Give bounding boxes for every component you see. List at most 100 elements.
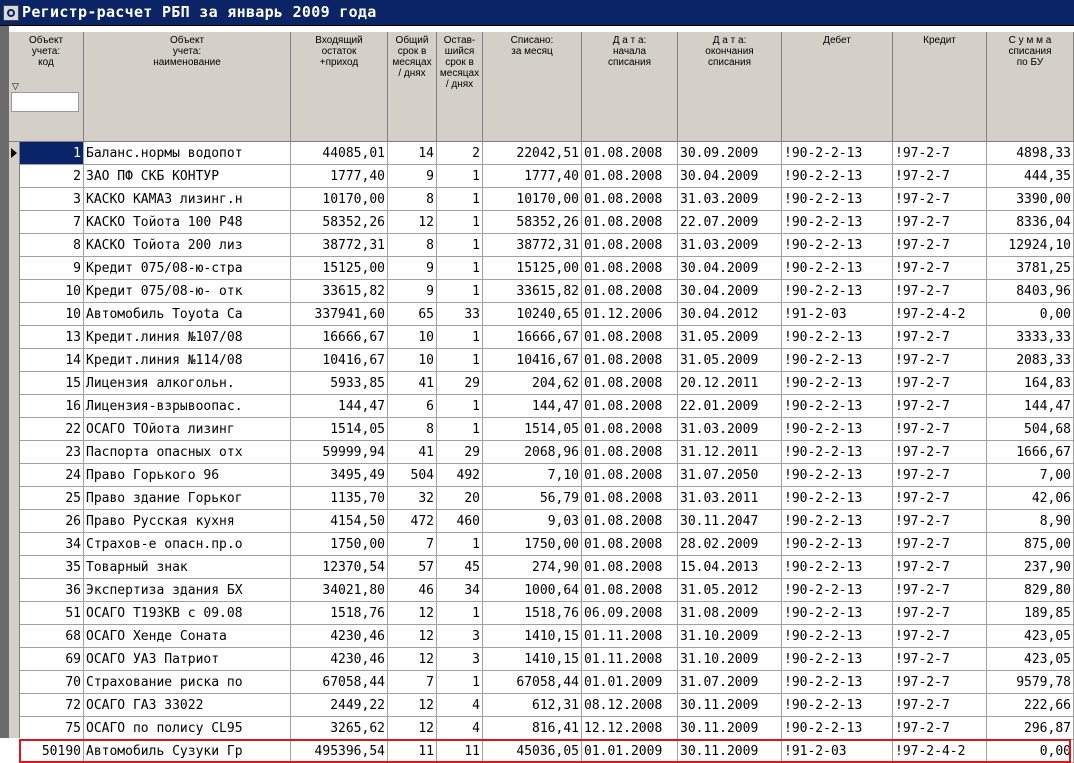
- cell-code[interactable]: 70: [20, 671, 84, 694]
- cell-code[interactable]: 35: [20, 556, 84, 579]
- header-col-end-date[interactable]: Д а т а: окончания списания: [678, 32, 782, 142]
- cell-code[interactable]: 24: [20, 464, 84, 487]
- cell-name[interactable]: Баланс.нормы водопот: [84, 142, 291, 165]
- cell-remaining-term[interactable]: 1: [437, 234, 483, 257]
- cell-name[interactable]: ОСАГО ГАЗ 33022: [84, 694, 291, 717]
- cell-name[interactable]: КАСКО КАМАЗ лизинг.н: [84, 188, 291, 211]
- cell-end-date[interactable]: 30.11.2009: [678, 694, 782, 717]
- cell-start-date[interactable]: 01.08.2008: [582, 188, 678, 211]
- cell-total-term[interactable]: 9: [388, 257, 437, 280]
- cell-written-off[interactable]: 1000,64: [483, 579, 582, 602]
- cell-code[interactable]: 69: [20, 648, 84, 671]
- cell-remaining-term[interactable]: 2: [437, 142, 483, 165]
- cell-total-term[interactable]: 7: [388, 533, 437, 556]
- cell-amount[interactable]: 9579,78: [987, 671, 1074, 694]
- cell-amount[interactable]: 2083,33: [987, 349, 1074, 372]
- cell-amount[interactable]: 189,85: [987, 602, 1074, 625]
- cell-written-off[interactable]: 10240,65: [483, 303, 582, 326]
- cell-remaining-term[interactable]: 1: [437, 257, 483, 280]
- table-row[interactable]: 26 Право Русская кухня 4154,50 472 460 9,03 01…: [20, 510, 1074, 533]
- cell-end-date[interactable]: 20.12.2011: [678, 372, 782, 395]
- cell-opening-balance[interactable]: 67058,44: [291, 671, 388, 694]
- cell-credit[interactable]: !97-2-7: [893, 142, 987, 165]
- table-row[interactable]: 15 Лицензия алкогольн. 5933,85 41 29 204,62 01…: [20, 372, 1074, 395]
- cell-remaining-term[interactable]: 11: [437, 740, 483, 763]
- cell-name[interactable]: Кредит.линия №107/08: [84, 326, 291, 349]
- cell-total-term[interactable]: 8: [388, 418, 437, 441]
- cell-opening-balance[interactable]: 12370,54: [291, 556, 388, 579]
- cell-remaining-term[interactable]: 1: [437, 280, 483, 303]
- cell-amount[interactable]: 829,80: [987, 579, 1074, 602]
- cell-credit[interactable]: !97-2-7: [893, 441, 987, 464]
- header-col-remaining-term[interactable]: Остав- шийся срок в месяцах / днях: [437, 32, 483, 142]
- cell-debit[interactable]: !90-2-2-13: [782, 372, 893, 395]
- table-row[interactable]: 50190 Автомобиль Сузуки Гр 495396,54 11 11 45…: [20, 740, 1074, 763]
- cell-credit[interactable]: !97-2-7: [893, 326, 987, 349]
- cell-debit[interactable]: !90-2-2-13: [782, 510, 893, 533]
- table-row[interactable]: 25 Право здание Горьког 1135,70 32 20 56,79 01…: [20, 487, 1074, 510]
- cell-start-date[interactable]: 01.08.2008: [582, 280, 678, 303]
- cell-start-date[interactable]: 01.08.2008: [582, 579, 678, 602]
- cell-debit[interactable]: !90-2-2-13: [782, 556, 893, 579]
- cell-name[interactable]: Страхование риска по: [84, 671, 291, 694]
- cell-start-date[interactable]: 01.08.2008: [582, 464, 678, 487]
- cell-code[interactable]: 25: [20, 487, 84, 510]
- cell-end-date[interactable]: 31.03.2009: [678, 234, 782, 257]
- cell-start-date[interactable]: 01.08.2008: [582, 533, 678, 556]
- cell-code[interactable]: 75: [20, 717, 84, 740]
- cell-credit[interactable]: !97-2-7: [893, 349, 987, 372]
- cell-credit[interactable]: !97-2-7: [893, 464, 987, 487]
- cell-code[interactable]: 36: [20, 579, 84, 602]
- cell-written-off[interactable]: 2068,96: [483, 441, 582, 464]
- cell-name[interactable]: Товарный знак: [84, 556, 291, 579]
- cell-written-off[interactable]: 816,41: [483, 717, 582, 740]
- cell-start-date[interactable]: 01.08.2008: [582, 372, 678, 395]
- cell-amount[interactable]: 12924,10: [987, 234, 1074, 257]
- cell-opening-balance[interactable]: 15125,00: [291, 257, 388, 280]
- cell-written-off[interactable]: 67058,44: [483, 671, 582, 694]
- cell-opening-balance[interactable]: 4154,50: [291, 510, 388, 533]
- cell-code[interactable]: 3: [20, 188, 84, 211]
- cell-code[interactable]: 23: [20, 441, 84, 464]
- cell-opening-balance[interactable]: 3495,49: [291, 464, 388, 487]
- cell-opening-balance[interactable]: 38772,31: [291, 234, 388, 257]
- cell-end-date[interactable]: 31.05.2009: [678, 326, 782, 349]
- cell-debit[interactable]: !90-2-2-13: [782, 395, 893, 418]
- cell-total-term[interactable]: 12: [388, 625, 437, 648]
- cell-remaining-term[interactable]: 1: [437, 165, 483, 188]
- cell-total-term[interactable]: 12: [388, 648, 437, 671]
- cell-end-date[interactable]: 30.04.2009: [678, 280, 782, 303]
- cell-code[interactable]: 14: [20, 349, 84, 372]
- cell-remaining-term[interactable]: 1: [437, 671, 483, 694]
- cell-code[interactable]: 22: [20, 418, 84, 441]
- cell-total-term[interactable]: 504: [388, 464, 437, 487]
- table-row[interactable]: 14 Кредит.линия №114/08 10416,67 10 1 10416,6…: [20, 349, 1074, 372]
- table-row[interactable]: 9 Кредит 075/08-ю-стра 15125,00 9 1 15125,00 0…: [20, 257, 1074, 280]
- cell-debit[interactable]: !90-2-2-13: [782, 441, 893, 464]
- cell-opening-balance[interactable]: 1777,40: [291, 165, 388, 188]
- cell-amount[interactable]: 8,90: [987, 510, 1074, 533]
- table-row[interactable]: 2 ЗАО ПФ СКБ КОНТУР 1777,40 9 1 1777,40 01.08.…: [20, 165, 1074, 188]
- cell-name[interactable]: Право Горького 96: [84, 464, 291, 487]
- table-row[interactable]: 51 ОСАГО Т193КВ с 09.08 1518,76 12 1 1518,76 0…: [20, 602, 1074, 625]
- cell-total-term[interactable]: 12: [388, 211, 437, 234]
- cell-total-term[interactable]: 41: [388, 441, 437, 464]
- table-row[interactable]: 70 Страхование риска по 67058,44 7 1 67058,44…: [20, 671, 1074, 694]
- cell-written-off[interactable]: 1777,40: [483, 165, 582, 188]
- cell-amount[interactable]: 4898,33: [987, 142, 1074, 165]
- cell-name[interactable]: Кредит 075/08-ю-стра: [84, 257, 291, 280]
- cell-total-term[interactable]: 41: [388, 372, 437, 395]
- table-row[interactable]: 3 КАСКО КАМАЗ лизинг.н 10170,00 8 1 10170,00 0…: [20, 188, 1074, 211]
- cell-opening-balance[interactable]: 59999,94: [291, 441, 388, 464]
- cell-credit[interactable]: !97-2-7: [893, 510, 987, 533]
- cell-total-term[interactable]: 8: [388, 188, 437, 211]
- cell-written-off[interactable]: 1514,05: [483, 418, 582, 441]
- cell-credit[interactable]: !97-2-7: [893, 418, 987, 441]
- window-titlebar[interactable]: Регистр-расчет РБП за январь 2009 года: [0, 0, 1074, 26]
- cell-total-term[interactable]: 46: [388, 579, 437, 602]
- cell-debit[interactable]: !90-2-2-13: [782, 234, 893, 257]
- cell-written-off[interactable]: 7,10: [483, 464, 582, 487]
- cell-end-date[interactable]: 31.10.2009: [678, 625, 782, 648]
- cell-total-term[interactable]: 7: [388, 671, 437, 694]
- cell-opening-balance[interactable]: 144,47: [291, 395, 388, 418]
